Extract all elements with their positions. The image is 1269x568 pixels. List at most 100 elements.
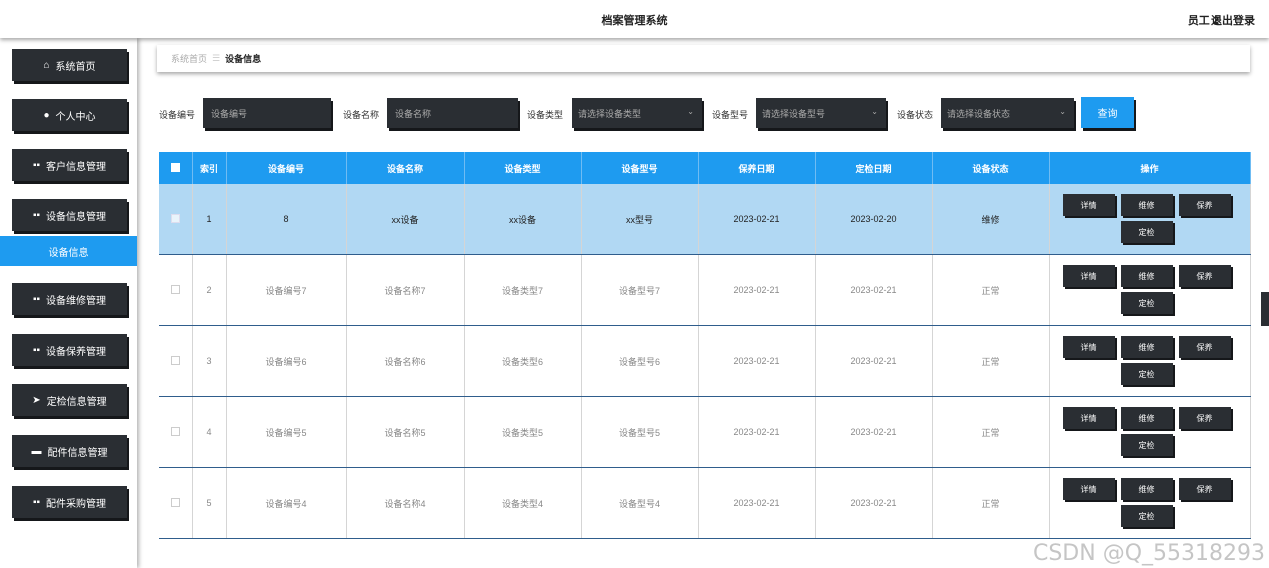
maintain-button[interactable]: 保养	[1178, 265, 1231, 287]
sidebar-item-parts[interactable]: ▬ 配件信息管理	[12, 435, 127, 467]
cell-device-status: 正常	[932, 325, 1050, 397]
device-type-select[interactable]: 请选择设备类型 ⌄	[572, 98, 702, 128]
inspect-button[interactable]: 定检	[1120, 434, 1173, 456]
repair-button[interactable]: 维修	[1120, 336, 1173, 358]
cell-maintenance-date: 2023-02-21	[698, 184, 816, 255]
row-checkbox[interactable]	[159, 396, 193, 468]
cell-device-status: 正常	[932, 467, 1050, 539]
cell-device-type: xx设备	[464, 184, 582, 255]
cell-device-name: xx设备	[346, 184, 465, 255]
maintain-button[interactable]: 保养	[1178, 336, 1231, 358]
detail-button[interactable]: 详情	[1062, 265, 1115, 287]
device-model-label: 设备型号	[712, 110, 749, 120]
detail-button[interactable]: 详情	[1062, 478, 1115, 500]
device-status-select[interactable]: 请选择设备状态 ⌄	[941, 98, 1074, 128]
detail-button[interactable]: 详情	[1062, 194, 1115, 216]
send-icon: ➤	[32, 394, 41, 406]
query-button[interactable]: 查询	[1081, 97, 1134, 128]
detail-button[interactable]: 详情	[1062, 407, 1115, 429]
inspect-button[interactable]: 定检	[1120, 505, 1173, 527]
watermark: CSDN @Q_55318293	[1032, 541, 1265, 566]
sidebar-item-label: 个人中心	[55, 111, 96, 123]
cell-device-no: 8	[226, 184, 347, 255]
cell-device-type: 设备类型7	[464, 254, 582, 326]
device-model-placeholder: 请选择设备型号	[762, 108, 826, 119]
device-model-select[interactable]: 请选择设备型号 ⌄	[756, 98, 886, 128]
sidebar-item-label: 配件信息管理	[47, 447, 108, 459]
breadcrumb-current: 设备信息	[225, 54, 262, 64]
device-type-label: 设备类型	[527, 110, 564, 120]
breadcrumb-home[interactable]: 系统首页	[171, 52, 207, 65]
maintain-button[interactable]: 保养	[1178, 194, 1231, 216]
table-row[interactable]: 1 8 xx设备 xx设备 xx型号 2023-02-21 2023-02-20…	[159, 184, 1251, 255]
row-checkbox[interactable]	[159, 467, 193, 539]
row-index: 3	[192, 325, 227, 397]
table-row[interactable]: 3 设备编号6 设备名称6 设备类型6 设备型号6 2023-02-21 202…	[159, 325, 1251, 397]
repair-button[interactable]: 维修	[1120, 478, 1173, 500]
cell-device-model: 设备型号5	[581, 396, 699, 468]
grid-icon: ▪▪	[32, 209, 41, 221]
sidebar-item-home[interactable]: ⌂ 系统首页	[12, 49, 127, 81]
col-header-actions: 操作	[1049, 152, 1251, 184]
cell-inspection-date: 2023-02-21	[815, 325, 933, 397]
maintain-button[interactable]: 保养	[1178, 478, 1231, 500]
sidebar-item-label: 配件采购管理	[46, 498, 107, 510]
row-checkbox[interactable]	[159, 325, 193, 397]
cell-device-no: 设备编号6	[226, 325, 347, 397]
cell-inspection-date: 2023-02-20	[815, 184, 933, 255]
device-no-input[interactable]: 设备编号	[203, 98, 331, 128]
cell-device-name: 设备名称5	[346, 396, 465, 468]
cell-device-model: xx型号	[581, 184, 699, 255]
sidebar-item-devices[interactable]: ▪▪ 设备信息管理	[12, 199, 127, 231]
maintain-button[interactable]: 保养	[1178, 407, 1231, 429]
breadcrumb-separator-icon: ☰	[212, 53, 221, 63]
cell-inspection-date: 2023-02-21	[815, 254, 933, 326]
cell-actions: 详情 维修 保养 定检	[1049, 396, 1251, 468]
cell-maintenance-date: 2023-02-21	[698, 325, 816, 397]
select-all-checkbox[interactable]	[159, 152, 193, 184]
row-index: 2	[192, 254, 227, 326]
grid-icon: ▪▪	[32, 496, 41, 508]
sidebar-item-profile[interactable]: ● 个人中心	[12, 99, 127, 131]
sidebar-item-purchase[interactable]: ▪▪ 配件采购管理	[12, 486, 127, 518]
device-name-input[interactable]: 设备名称	[387, 98, 518, 128]
cell-device-no: 设备编号7	[226, 254, 347, 326]
cell-device-type: 设备类型6	[464, 325, 582, 397]
table-header-row: 索引 设备编号 设备名称 设备类型 设备型号 保养日期 定检日期 设备状态 操作	[159, 152, 1251, 184]
repair-button[interactable]: 维修	[1120, 194, 1173, 216]
sidebar-subitem-device-info[interactable]: 设备信息	[0, 236, 137, 266]
collapse-handle[interactable]	[1261, 292, 1269, 326]
cell-device-model: 设备型号7	[581, 254, 699, 326]
sidebar: ⌂ 系统首页 ● 个人中心 ▪▪ 客户信息管理 ▪▪ 设备信息管理 设备信息 ▪▪ 设备维…	[0, 38, 137, 568]
device-table: 索引 设备编号 设备名称 设备类型 设备型号 保养日期 定检日期 设备状态 操作…	[159, 152, 1251, 539]
inspect-button[interactable]: 定检	[1120, 221, 1173, 243]
cell-actions: 详情 维修 保养 定检	[1049, 467, 1251, 539]
logout-link[interactable]: 退出登录	[1211, 12, 1255, 28]
col-header-device-name: 设备名称	[346, 152, 465, 184]
sidebar-item-maintenance[interactable]: ▪▪ 设备保养管理	[12, 334, 127, 366]
comment-icon: ▬	[31, 445, 42, 457]
sidebar-item-label: 系统首页	[55, 61, 96, 73]
inspect-button[interactable]: 定检	[1120, 292, 1173, 314]
inspect-button[interactable]: 定检	[1120, 363, 1173, 385]
repair-button[interactable]: 维修	[1120, 407, 1173, 429]
col-header-device-type: 设备类型	[464, 152, 582, 184]
cell-actions: 详情 维修 保养 定检	[1049, 325, 1251, 397]
repair-button[interactable]: 维修	[1120, 265, 1173, 287]
device-type-placeholder: 请选择设备类型	[578, 108, 642, 119]
sidebar-item-inspection[interactable]: ➤ 定检信息管理	[12, 384, 127, 416]
row-index: 4	[192, 396, 227, 468]
row-checkbox[interactable]	[159, 184, 193, 255]
table-row[interactable]: 5 设备编号4 设备名称4 设备类型4 设备型号4 2023-02-21 202…	[159, 467, 1251, 539]
cell-device-type: 设备类型5	[464, 396, 582, 468]
table-row[interactable]: 2 设备编号7 设备名称7 设备类型7 设备型号7 2023-02-21 202…	[159, 254, 1251, 326]
sidebar-item-repair[interactable]: ▪▪ 设备维修管理	[12, 283, 127, 315]
cell-device-name: 设备名称6	[346, 325, 465, 397]
table-row[interactable]: 4 设备编号5 设备名称5 设备类型5 设备型号5 2023-02-21 202…	[159, 396, 1251, 468]
app-title: 档案管理系统	[601, 15, 668, 27]
chevron-down-icon: ⌄	[687, 107, 694, 116]
cell-device-name: 设备名称4	[346, 467, 465, 539]
row-checkbox[interactable]	[159, 254, 193, 326]
detail-button[interactable]: 详情	[1062, 336, 1115, 358]
sidebar-item-customers[interactable]: ▪▪ 客户信息管理	[12, 149, 127, 181]
